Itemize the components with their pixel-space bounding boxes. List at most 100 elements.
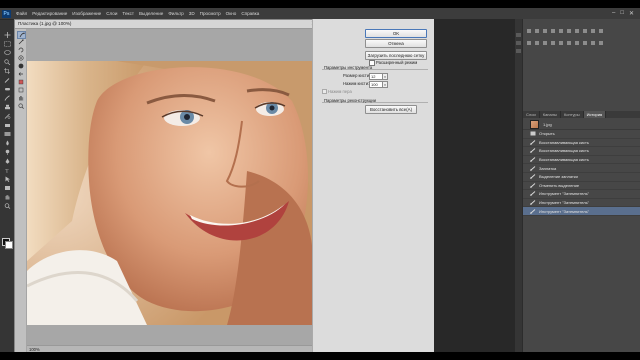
panel-icon[interactable] <box>527 29 531 33</box>
reconstruct-tool-icon[interactable] <box>17 39 24 45</box>
push-left-tool-icon[interactable] <box>17 71 24 77</box>
close-window-icon[interactable]: ✕ <box>629 10 634 17</box>
panel-icon[interactable] <box>583 29 587 33</box>
properties-panel-icon[interactable] <box>516 41 521 45</box>
freeze-mask-tool-icon[interactable] <box>17 79 24 85</box>
history-snapshot[interactable]: 1.jpg <box>523 119 640 130</box>
history-item[interactable]: Отменить выделение <box>523 182 640 191</box>
quick-select-icon[interactable] <box>3 59 11 65</box>
brush-pressure-input[interactable]: 100 <box>369 81 383 88</box>
restore-all-button[interactable]: Восстановить все(А) <box>365 105 417 114</box>
blur-icon[interactable] <box>3 140 11 146</box>
menu-item[interactable]: Фильтр <box>168 11 183 16</box>
history-item[interactable]: Инструмент "Затемнитель" <box>523 190 640 199</box>
stylus-pressure-checkbox[interactable] <box>322 89 327 94</box>
snapshot-thumbnail <box>530 119 539 129</box>
panel-icon[interactable] <box>583 41 587 45</box>
zoom-tool-icon[interactable] <box>17 103 24 109</box>
panel-icon[interactable] <box>567 29 571 33</box>
panel-icon[interactable] <box>543 29 547 33</box>
gradient-icon[interactable] <box>3 131 11 137</box>
history-item[interactable]: Выделение заплатки <box>523 173 640 182</box>
history-brush-icon[interactable] <box>3 113 11 119</box>
menu-item[interactable]: Просмотр <box>200 11 221 16</box>
twirl-tool-icon[interactable] <box>17 47 24 53</box>
panel-tab[interactable]: Каналы <box>540 111 561 118</box>
pucker-tool-icon[interactable] <box>17 55 24 61</box>
minimize-icon[interactable]: – <box>612 10 615 17</box>
history-item[interactable]: Заплатка <box>523 164 640 173</box>
menu-item[interactable]: 3D <box>189 11 195 16</box>
thaw-mask-tool-icon[interactable] <box>17 87 24 93</box>
menu-item[interactable]: Выделение <box>139 11 163 16</box>
type-tool-icon[interactable]: T <box>3 167 11 173</box>
history-item-label: Инструмент "Затемнитель" <box>539 200 590 206</box>
dodge-icon[interactable] <box>3 149 11 155</box>
background-color-swatch[interactable] <box>5 241 13 249</box>
menu-item[interactable]: Файл <box>16 11 27 16</box>
eraser-icon[interactable] <box>3 122 11 128</box>
panel-icon[interactable] <box>599 29 603 33</box>
panel-tab[interactable]: История <box>583 111 607 118</box>
tool-options-heading: Параметры инструмента <box>324 65 373 70</box>
panel-icon[interactable] <box>575 29 579 33</box>
panel-tab[interactable]: Контуры <box>561 111 584 118</box>
move-tool-icon[interactable] <box>3 32 11 38</box>
clone-stamp-icon[interactable] <box>3 104 11 110</box>
healing-brush-icon[interactable] <box>3 86 11 92</box>
portrait-image <box>27 61 313 325</box>
panel-icon[interactable] <box>559 29 563 33</box>
menu-item[interactable]: Слои <box>106 11 117 16</box>
zoom-tool-icon[interactable] <box>3 203 11 209</box>
adjustments-panel-icon[interactable] <box>516 49 521 53</box>
history-item-label: Восстанавливающая кисть <box>539 148 589 154</box>
menu-item[interactable]: Изображение <box>72 11 101 16</box>
history-item[interactable]: Открыть <box>523 130 640 139</box>
history-item[interactable]: Восстанавливающая кисть <box>523 147 640 156</box>
bloat-tool-icon[interactable] <box>17 63 24 69</box>
menu-item[interactable]: Редактирование <box>32 11 67 16</box>
pen-tool-icon[interactable] <box>3 158 11 164</box>
load-mesh-button[interactable]: Загрузить последнюю сетку <box>365 51 427 60</box>
brush-size-dropdown-icon[interactable]: ▾ <box>382 73 388 80</box>
lasso-tool-icon[interactable] <box>3 50 11 56</box>
eyedropper-icon[interactable] <box>3 77 11 83</box>
menu-item[interactable]: Окно <box>226 11 237 16</box>
path-select-icon[interactable] <box>3 176 11 182</box>
forward-warp-tool-icon[interactable] <box>17 31 26 39</box>
portrait-photo[interactable] <box>27 61 313 325</box>
panel-icon[interactable] <box>559 41 563 45</box>
brush-size-input[interactable]: 12 <box>369 73 383 80</box>
menu-item[interactable]: Текст <box>122 11 134 16</box>
ok-button[interactable]: OK <box>365 29 427 38</box>
hand-tool-icon[interactable] <box>3 194 11 200</box>
panel-icon[interactable] <box>599 41 603 45</box>
panel-icon[interactable] <box>591 41 595 45</box>
shape-tool-icon[interactable] <box>3 185 11 191</box>
panel-icon[interactable] <box>551 29 555 33</box>
brush-pressure-dropdown-icon[interactable]: ▾ <box>382 81 388 88</box>
menu-item[interactable]: Справка <box>241 11 259 16</box>
crop-tool-icon[interactable] <box>3 68 11 74</box>
panel-icon[interactable] <box>543 41 547 45</box>
panel-tab[interactable]: Слои <box>523 111 540 118</box>
panel-icon[interactable] <box>575 41 579 45</box>
maximize-icon[interactable]: □ <box>620 10 624 17</box>
marquee-tool-icon[interactable] <box>3 41 11 47</box>
panel-icon[interactable] <box>591 29 595 33</box>
history-item-label: Выделение заплатки <box>539 174 578 180</box>
hand-tool-icon[interactable] <box>17 95 24 101</box>
history-panel-icon[interactable] <box>516 33 521 37</box>
history-item[interactable]: Инструмент "Затемнитель" <box>523 199 640 208</box>
panel-icon[interactable] <box>567 41 571 45</box>
panel-icon[interactable] <box>527 41 531 45</box>
panel-icon[interactable] <box>551 41 555 45</box>
panel-icon[interactable] <box>535 29 539 33</box>
panel-icon[interactable] <box>535 41 539 45</box>
history-item[interactable]: Инструмент "Затемнитель" <box>523 207 640 216</box>
brush-tool-icon[interactable] <box>3 95 11 101</box>
preview-canvas[interactable] <box>27 29 313 353</box>
cancel-button[interactable]: Отмена <box>365 39 427 48</box>
history-item[interactable]: Восстанавливающая кисть <box>523 139 640 148</box>
history-item[interactable]: Восстанавливающая кисть <box>523 156 640 165</box>
